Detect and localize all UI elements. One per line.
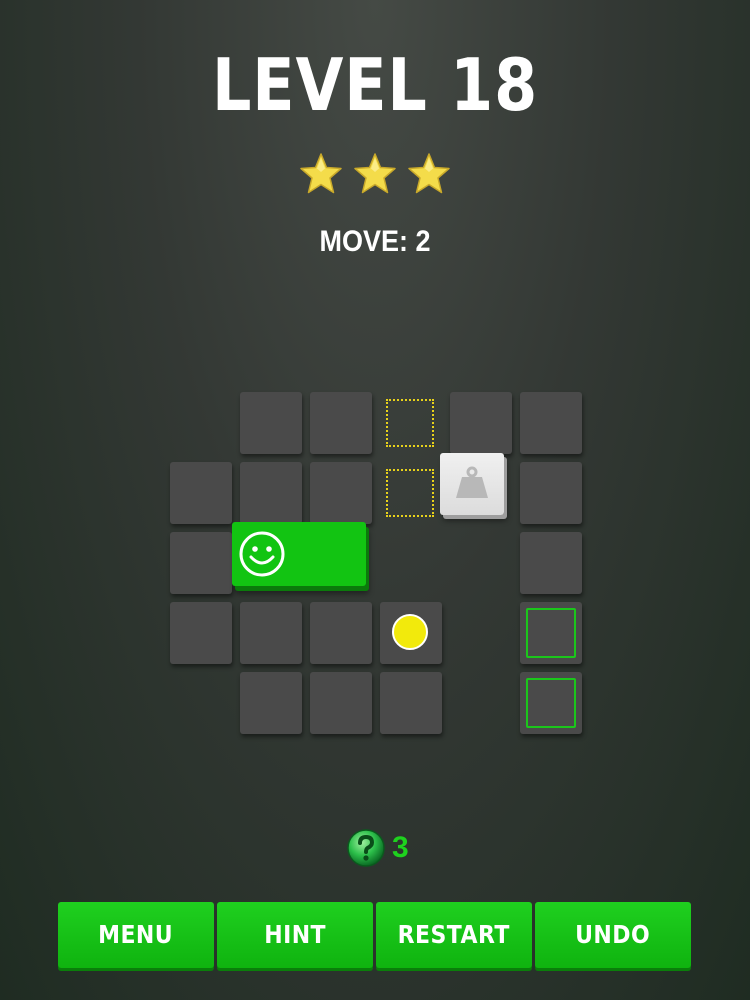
hint-button-label: HINT bbox=[264, 920, 326, 949]
floor-tile bbox=[380, 672, 442, 734]
floor-tile bbox=[310, 672, 372, 734]
floor-tile bbox=[310, 602, 372, 664]
target-slot bbox=[386, 399, 434, 447]
goal-tile bbox=[520, 602, 582, 664]
undo-button-label: UNDO bbox=[575, 920, 651, 949]
menu-button[interactable]: MENU bbox=[58, 902, 214, 968]
floor-tile bbox=[170, 532, 232, 594]
floor-tile bbox=[240, 672, 302, 734]
goal-tile bbox=[520, 672, 582, 734]
hint-count: 3 bbox=[392, 831, 409, 864]
floor-tile bbox=[520, 532, 582, 594]
floor-tile bbox=[240, 602, 302, 664]
smiley-face-icon bbox=[239, 531, 285, 577]
floor-tile bbox=[450, 392, 512, 454]
goal-outline bbox=[526, 678, 576, 728]
floor-tile bbox=[310, 462, 372, 524]
floor-tile bbox=[520, 392, 582, 454]
hint-button[interactable]: HINT bbox=[217, 902, 373, 968]
yellow-ball[interactable] bbox=[392, 614, 428, 650]
floor-tile bbox=[170, 462, 232, 524]
floor-tile bbox=[520, 462, 582, 524]
goal-outline bbox=[526, 608, 576, 658]
weight-icon bbox=[456, 466, 488, 498]
undo-button[interactable]: UNDO bbox=[535, 902, 691, 968]
question-hint-icon bbox=[347, 829, 385, 867]
weight-block[interactable] bbox=[440, 453, 504, 515]
floor-tile bbox=[240, 392, 302, 454]
player-block[interactable] bbox=[232, 522, 366, 586]
restart-button[interactable]: RESTART bbox=[376, 902, 532, 968]
floor-tile bbox=[240, 462, 302, 524]
menu-button-label: MENU bbox=[98, 920, 174, 949]
restart-button-label: RESTART bbox=[397, 920, 511, 949]
hint-counter: 3 bbox=[346, 826, 409, 870]
floor-tile bbox=[170, 602, 232, 664]
floor-tile bbox=[310, 392, 372, 454]
target-slot bbox=[386, 469, 434, 517]
action-bar: MENU HINT RESTART UNDO bbox=[58, 902, 692, 970]
